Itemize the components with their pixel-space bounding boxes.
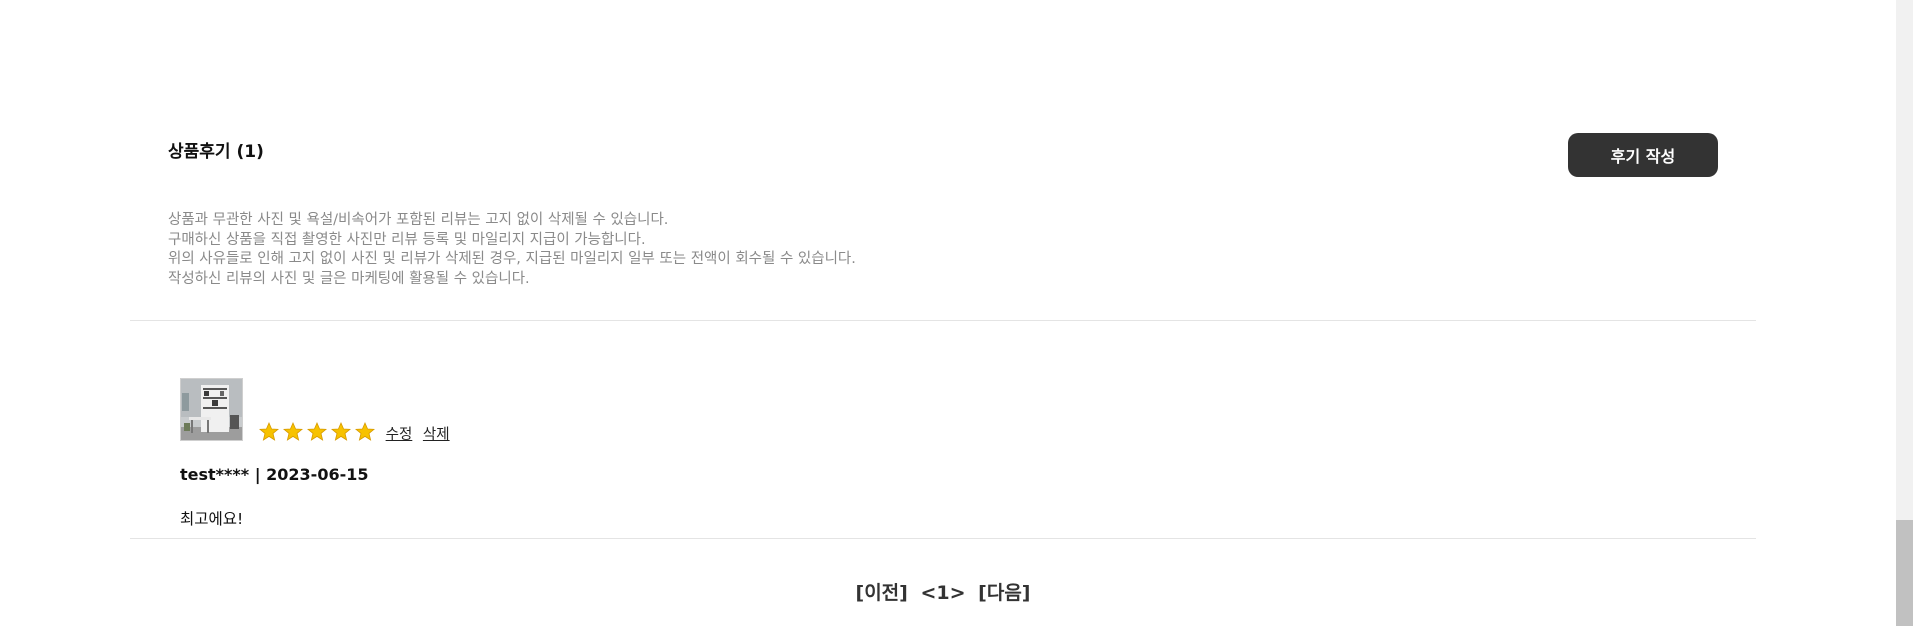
furniture-photo-icon	[181, 379, 242, 440]
review-author-row: test**** | 2023-06-15	[180, 465, 368, 484]
current-page[interactable]: <1>	[920, 582, 965, 604]
scrollbar-thumb[interactable]	[1896, 520, 1913, 626]
review-author: test****	[180, 465, 250, 484]
review-content: 최고에요!	[180, 510, 244, 528]
star-icon	[283, 422, 303, 441]
notice-line: 구매하신 상품을 직접 촬영한 사진만 리뷰 등록 및 마일리지 지급이 가능합…	[168, 231, 646, 248]
review-notice: 상품과 무관한 사진 및 욕설/비속어가 포함된 리뷰는 고지 없이 삭제될 수…	[168, 211, 856, 289]
review-meta-row: 수정 삭제	[259, 422, 454, 444]
divider	[130, 538, 1756, 539]
review-photo-thumbnail[interactable]	[180, 378, 243, 441]
page: 상품후기 (1) 후기 작성 상품과 무관한 사진 및 욕설/비속어가 포함된 …	[0, 0, 1913, 626]
next-page-link[interactable]: [다음]	[978, 582, 1030, 604]
review-section: 상품후기 (1) 후기 작성 상품과 무관한 사진 및 욕설/비속어가 포함된 …	[130, 0, 1756, 626]
separator: |	[254, 465, 261, 484]
star-icon	[307, 422, 327, 441]
star-icon	[355, 422, 375, 441]
pagination: [이전] <1> [다음]	[130, 578, 1756, 605]
star-rating	[259, 422, 384, 443]
delete-review-link[interactable]: 삭제	[423, 427, 450, 443]
prev-page-link[interactable]: [이전]	[856, 582, 908, 604]
review-date: 2023-06-15	[266, 465, 369, 484]
notice-line: 위의 사유들로 인해 고지 없이 사진 및 리뷰가 삭제된 경우, 지급된 마일…	[168, 251, 856, 268]
section-title: 상품후기 (1)	[168, 137, 264, 162]
divider	[130, 320, 1756, 321]
notice-line: 작성하신 리뷰의 사진 및 글은 마케팅에 활용될 수 있습니다.	[168, 270, 530, 287]
edit-review-link[interactable]: 수정	[386, 427, 413, 443]
star-icon	[259, 422, 279, 441]
notice-line: 상품과 무관한 사진 및 욕설/비속어가 포함된 리뷰는 고지 없이 삭제될 수…	[168, 212, 669, 228]
write-review-button[interactable]: 후기 작성	[1568, 133, 1718, 177]
review-count: (1)	[236, 142, 264, 162]
section-title-text: 상품후기	[168, 142, 231, 162]
star-icon	[331, 422, 351, 441]
